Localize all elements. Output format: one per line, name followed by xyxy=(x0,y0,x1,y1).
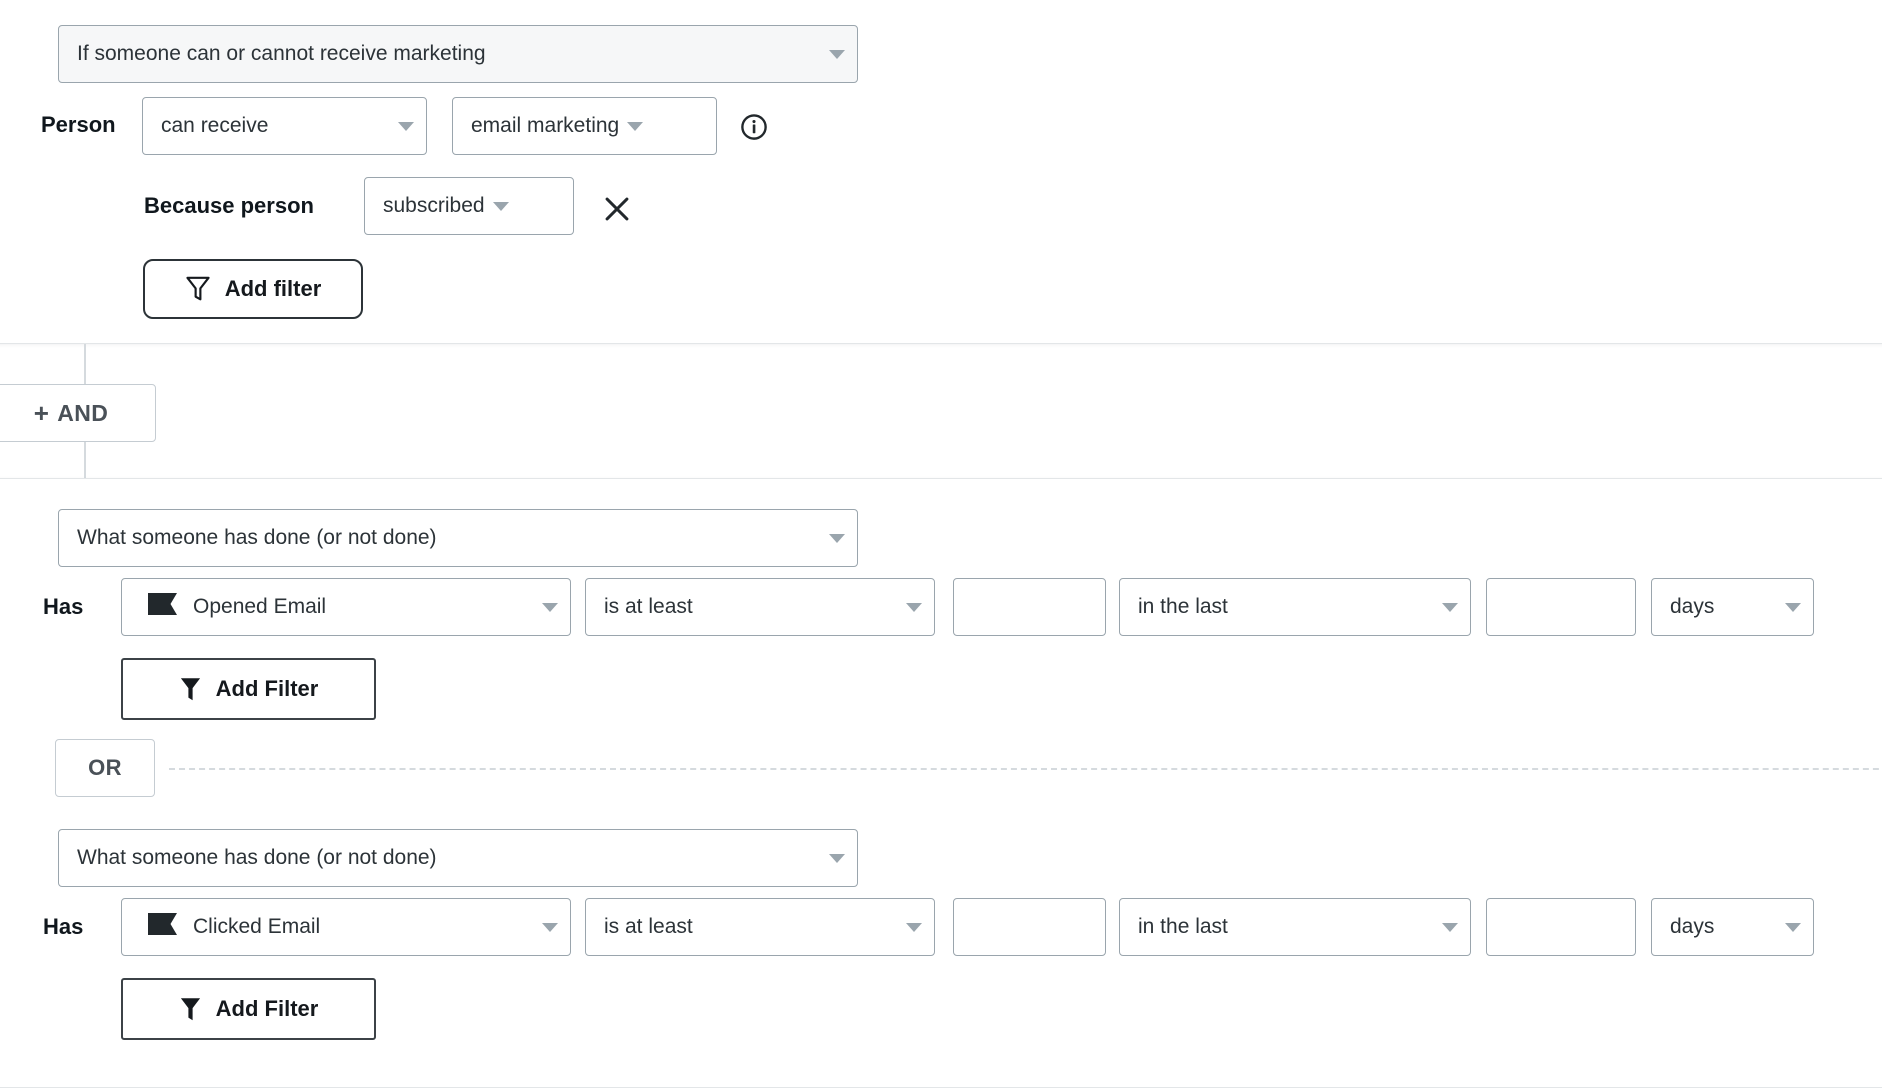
unit-select-a[interactable]: days xyxy=(1651,578,1814,636)
timeframe-select-b[interactable]: in the last xyxy=(1119,898,1471,956)
flag-icon xyxy=(146,909,179,945)
unit-select-a-value: days xyxy=(1670,595,1714,619)
has-row-label-b: Has xyxy=(43,914,83,940)
timeframe-select-b-value: in the last xyxy=(1138,915,1228,939)
has-row-label-a: Has xyxy=(43,594,83,620)
add-and-group-button[interactable]: + AND xyxy=(0,384,156,442)
consent-state-select[interactable]: can receive xyxy=(142,97,427,155)
metric-select-a[interactable]: Opened Email xyxy=(121,578,571,636)
add-filter-button-2a[interactable]: Add Filter xyxy=(121,658,376,720)
add-filter-button-1[interactable]: Add filter xyxy=(143,259,363,319)
info-icon[interactable] xyxy=(739,112,769,142)
operator-select-b-value: is at least xyxy=(604,915,693,939)
operator-select-a[interactable]: is at least xyxy=(585,578,935,636)
count-input-a[interactable] xyxy=(953,578,1106,636)
add-filter-button-1-label: Add filter xyxy=(225,276,322,302)
close-icon[interactable] xyxy=(600,192,634,226)
funnel-solid-icon xyxy=(179,676,202,702)
chevron-down-icon xyxy=(1785,923,1801,932)
duration-input-b[interactable] xyxy=(1486,898,1636,956)
or-divider-line xyxy=(169,768,1882,770)
operator-select-b[interactable]: is at least xyxy=(585,898,935,956)
group-type-select-2a[interactable]: What someone has done (or not done) xyxy=(58,509,858,567)
condition-group-card-1: If someone can or cannot receive marketi… xyxy=(0,0,1882,344)
metric-select-b[interactable]: Clicked Email xyxy=(121,898,571,956)
chevron-down-icon xyxy=(829,534,845,543)
add-filter-button-2b[interactable]: Add Filter xyxy=(121,978,376,1040)
chevron-down-icon xyxy=(493,202,509,211)
chevron-down-icon xyxy=(829,50,845,59)
plus-icon: + xyxy=(34,400,50,426)
group-type-select-1-value: If someone can or cannot receive marketi… xyxy=(77,42,486,66)
chevron-down-icon xyxy=(1442,923,1458,932)
channel-select[interactable]: email marketing xyxy=(452,97,717,155)
chevron-down-icon xyxy=(906,923,922,932)
consent-state-value: can receive xyxy=(161,114,268,138)
because-person-label: Because person xyxy=(144,193,314,219)
chevron-down-icon xyxy=(542,923,558,932)
or-divider-badge[interactable]: OR xyxy=(55,739,155,797)
channel-value: email marketing xyxy=(471,114,619,138)
timeframe-select-a-value: in the last xyxy=(1138,595,1228,619)
group-type-select-2b-value: What someone has done (or not done) xyxy=(77,846,437,870)
group-type-select-2a-value: What someone has done (or not done) xyxy=(77,526,437,550)
group-type-select-1[interactable]: If someone can or cannot receive marketi… xyxy=(58,25,858,83)
add-and-group-label: AND xyxy=(57,400,108,427)
connector-line-top xyxy=(84,344,86,384)
chevron-down-icon xyxy=(627,122,643,131)
timeframe-select-a[interactable]: in the last xyxy=(1119,578,1471,636)
funnel-solid-icon xyxy=(179,996,202,1022)
metric-select-a-value: Opened Email xyxy=(193,595,326,619)
unit-select-b[interactable]: days xyxy=(1651,898,1814,956)
reason-select[interactable]: subscribed xyxy=(364,177,574,235)
duration-input-a[interactable] xyxy=(1486,578,1636,636)
metric-select-b-value: Clicked Email xyxy=(193,915,320,939)
chevron-down-icon xyxy=(829,854,845,863)
chevron-down-icon xyxy=(542,603,558,612)
operator-select-a-value: is at least xyxy=(604,595,693,619)
unit-select-b-value: days xyxy=(1670,915,1714,939)
or-divider-label: OR xyxy=(88,755,122,781)
segment-builder-canvas: If someone can or cannot receive marketi… xyxy=(0,0,1882,1066)
condition-group-card-2: What someone has done (or not done) Has … xyxy=(0,478,1882,1088)
chevron-down-icon xyxy=(906,603,922,612)
reason-value: subscribed xyxy=(383,194,485,218)
connector-line-bottom xyxy=(84,442,86,482)
person-row-label: Person xyxy=(41,112,116,138)
count-input-b[interactable] xyxy=(953,898,1106,956)
add-filter-button-2a-label: Add Filter xyxy=(216,676,319,702)
group-type-select-2b[interactable]: What someone has done (or not done) xyxy=(58,829,858,887)
chevron-down-icon xyxy=(398,122,414,131)
chevron-down-icon xyxy=(1785,603,1801,612)
flag-icon xyxy=(146,589,179,625)
add-filter-button-2b-label: Add Filter xyxy=(216,996,319,1022)
funnel-outline-icon xyxy=(185,275,211,303)
chevron-down-icon xyxy=(1442,603,1458,612)
